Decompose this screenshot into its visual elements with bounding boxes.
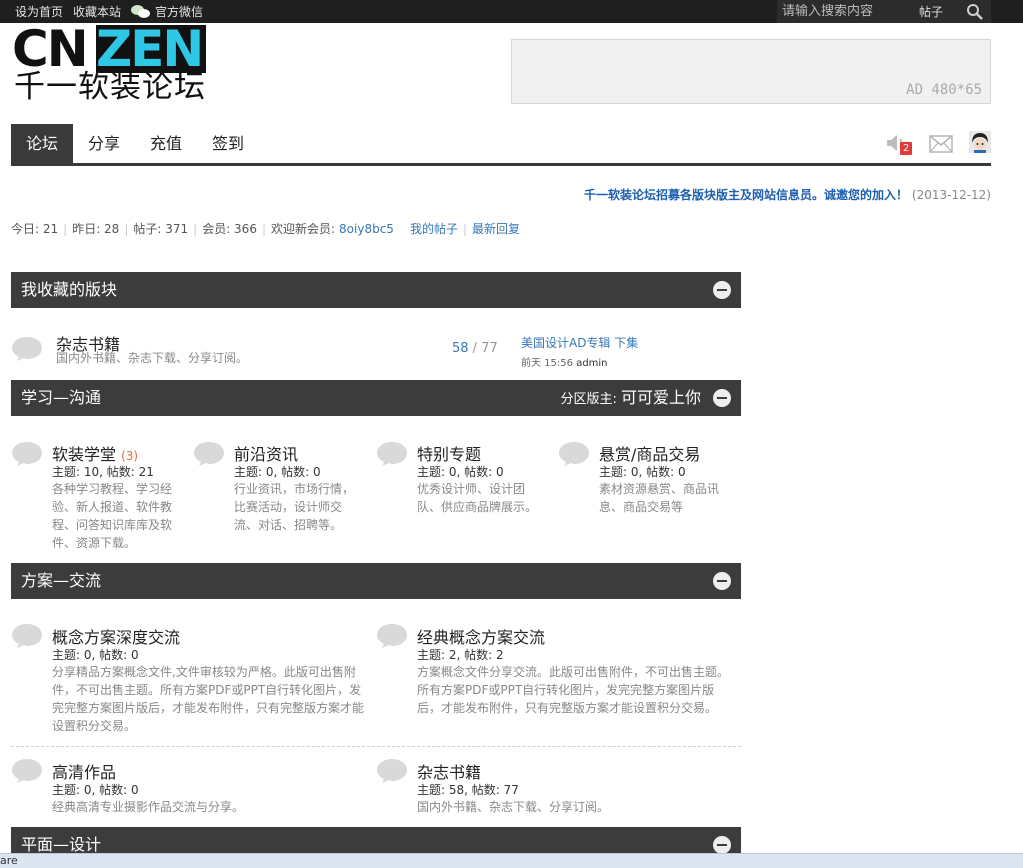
announcement-link[interactable]: 千一软装论坛招募各版块版主及网站信息员。诚邀您的加入！ (584, 188, 908, 202)
forum-meta: 主题: 0, 帖数: 0 (599, 465, 686, 479)
last-post-time: 前天 15:56 (521, 358, 573, 369)
forum-title[interactable]: 软装学堂 (52, 445, 116, 464)
forum-meta: 主题: 0, 帖数: 0 (234, 465, 321, 479)
section-title: 我收藏的版块 (21, 280, 118, 299)
forum-stats: 今日: 21 | 昨日: 28 | 帖子: 371 | 会员: 366 | 欢迎新会员:… (11, 220, 521, 237)
search-type-select[interactable]: 帖子 (919, 3, 943, 20)
forum-item-study-0: 软装学堂 (3) (52, 441, 138, 465)
search-icon[interactable] (966, 3, 983, 20)
search-input[interactable] (777, 4, 907, 19)
forum-desc: 分享精品方案概念文件,文件审核较为严格。此版可出售附件，不可出售主题。所有方案P… (52, 665, 365, 733)
search-box: 帖子 (777, 0, 991, 23)
collapse-icon[interactable] (713, 389, 731, 407)
section-header-scheme: 方案—交流 (11, 563, 741, 599)
wechat-label: 官方微信 (155, 5, 204, 19)
forum-meta: 主题: 2, 帖数: 2 (417, 648, 504, 662)
section-moderator: 分区版主: 可可爱上你 (560, 388, 701, 407)
site-logo[interactable]: CN ZEN 千一软装论坛 (12, 20, 212, 105)
new-member-link[interactable]: 8oiy8bc5 (339, 222, 394, 236)
forum-last-post-fav: 美国设计AD专辑 下集 前天 15:56 admin (521, 334, 638, 369)
wechat-icon (131, 4, 151, 20)
notification-badge: 2 (900, 142, 913, 155)
forum-bubble-icon (559, 442, 589, 466)
section-header-favorites: 我收藏的版块 (11, 272, 741, 308)
forum-count-fav: 58 / 77 (452, 341, 498, 356)
tab-checkin[interactable]: 签到 (197, 124, 259, 163)
forum-bubble-icon (12, 624, 42, 648)
forum-desc: 方案概念文件分享交流。此版可出售附件，不可出售主题。所有方案PDF或PPT自行转… (417, 665, 730, 715)
forum-bubble-icon (12, 759, 42, 783)
forum-desc: 优秀设计师、设计团队、供应商品牌展示。 (417, 482, 538, 514)
tab-share[interactable]: 分享 (73, 124, 135, 163)
wechat-link[interactable]: 官方微信 (131, 3, 203, 20)
forum-bubble-icon (12, 442, 42, 466)
forum-meta: 主题: 58, 帖数: 77 (417, 783, 519, 797)
latest-reply-link[interactable]: 最新回复 (472, 220, 520, 237)
ad-label: AD 480*65 (906, 82, 982, 98)
section-title: 平面—设计 (21, 835, 102, 854)
announcement-date: (2013-12-12) (911, 188, 991, 202)
forum-title[interactable]: 悬赏/商品交易 (599, 441, 700, 465)
set-home-link[interactable]: 设为首页 (15, 3, 63, 20)
forum-title[interactable]: 经典概念方案交流 (417, 624, 545, 648)
logo-text-cn: CN (12, 20, 89, 78)
stat-yesterday: 昨日: 28 (72, 222, 120, 236)
forum-bubble-icon (377, 442, 407, 466)
stat-members: 会员: 366 (202, 222, 257, 236)
ad-banner[interactable]: AD 480*65 (511, 39, 991, 104)
section-title: 学习—沟通 (21, 388, 102, 407)
forum-desc-fav: 国内外书籍、杂志下载、分享订阅。 (56, 351, 249, 365)
section-header-study: 学习—沟通 分区版主: 可可爱上你 (11, 380, 741, 416)
forum-title[interactable]: 概念方案深度交流 (52, 624, 180, 648)
forum-desc: 经典高清专业摄影作品交流与分享。 (52, 800, 245, 814)
forum-title[interactable]: 杂志书籍 (417, 759, 481, 783)
moderator-link[interactable]: 可可爱上你 (621, 388, 701, 407)
status-text: are (0, 854, 18, 867)
last-post-user[interactable]: admin (576, 358, 607, 369)
forum-meta: 主题: 10, 帖数: 21 (52, 465, 154, 479)
tab-recharge[interactable]: 充值 (135, 124, 197, 163)
section-title: 方案—交流 (21, 571, 102, 590)
announcement: 千一软装论坛招募各版块版主及网站信息员。诚邀您的加入！ (2013-12-12) (584, 186, 991, 203)
collapse-icon[interactable] (713, 836, 731, 854)
logo-text-zen: ZEN (96, 24, 206, 74)
forum-bubble-icon (377, 759, 407, 783)
new-posts-count: (3) (121, 449, 139, 463)
forum-title[interactable]: 特别专题 (417, 441, 481, 465)
forum-title[interactable]: 前沿资讯 (234, 441, 298, 465)
notification-button[interactable]: 2 (885, 132, 915, 156)
browser-status-bar: are (0, 853, 1023, 868)
forum-desc: 国内外书籍、杂志下载、分享订阅。 (417, 800, 610, 814)
forum-desc: 行业资讯，市场行情，比赛活动，设计师交流、对话、招聘等。 (234, 482, 355, 532)
forum-bubble-icon (12, 337, 42, 361)
last-post-link[interactable]: 美国设计AD专辑 下集 (521, 336, 638, 350)
avatar[interactable] (969, 131, 991, 153)
logo-subtitle: 千一软装论坛 (14, 69, 206, 105)
collapse-icon[interactable] (713, 281, 731, 299)
stat-posts: 帖子: 371 (133, 222, 189, 236)
forum-bubble-icon (377, 624, 407, 648)
collapse-icon[interactable] (713, 572, 731, 590)
divider (11, 746, 741, 747)
stat-welcome: 欢迎新会员: (271, 222, 336, 236)
forum-meta: 主题: 0, 帖数: 0 (52, 648, 139, 662)
bookmark-link[interactable]: 收藏本站 (73, 3, 121, 20)
stat-today: 今日: 21 (11, 222, 59, 236)
my-posts-link[interactable]: 我的帖子 (410, 220, 458, 237)
tab-forum[interactable]: 论坛 (11, 124, 73, 163)
forum-title[interactable]: 高清作品 (52, 759, 116, 783)
mail-icon[interactable] (929, 135, 953, 153)
forum-desc: 各种学习教程、学习经验、新人报道、软件教程、问答知识库库及软件、资源下载。 (52, 482, 173, 550)
forum-bubble-icon (194, 442, 224, 466)
forum-meta: 主题: 0, 帖数: 0 (417, 465, 504, 479)
forum-meta: 主题: 0, 帖数: 0 (52, 783, 139, 797)
main-nav: 论坛 分享 充值 签到 2 (11, 124, 991, 166)
forum-desc: 素材资源悬赏、商品讯息、商品交易等 (599, 482, 720, 514)
